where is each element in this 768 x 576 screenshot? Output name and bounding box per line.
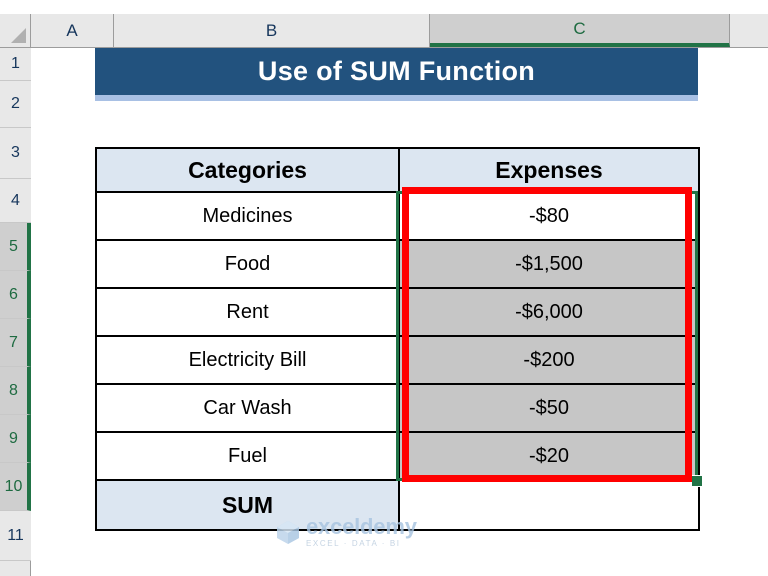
row-header-7[interactable]: 7: [0, 319, 31, 367]
row-header-10[interactable]: 10: [0, 463, 31, 511]
cell-expense-car-wash[interactable]: -$50: [398, 383, 700, 433]
title-underline: [95, 95, 698, 101]
cell-expense-fuel[interactable]: -$20: [398, 431, 700, 481]
table-row: Fuel -$20: [95, 431, 700, 481]
column-header-c[interactable]: C: [430, 14, 730, 47]
column-header-strip: A B C: [0, 14, 768, 48]
row-header-6[interactable]: 6: [0, 271, 31, 319]
row-header-2-label: 2: [11, 95, 20, 112]
row-header-strip: 1 2 3 4 5 6 7 8 9 10 11: [0, 48, 31, 576]
fill-handle[interactable]: [691, 475, 703, 487]
column-header-c-label: C: [573, 18, 586, 38]
row-header-1[interactable]: 1: [0, 48, 31, 81]
row-header-4[interactable]: 4: [0, 179, 31, 223]
cell-category-rent[interactable]: Rent: [95, 287, 400, 337]
table-row: Rent -$6,000: [95, 287, 700, 337]
row-header-3-label: 3: [11, 144, 20, 161]
cell-category-car-wash[interactable]: Car Wash: [95, 383, 400, 433]
row-header-2[interactable]: 2: [0, 81, 31, 128]
cell-category-food[interactable]: Food: [95, 239, 400, 289]
table-total-row: SUM: [95, 479, 700, 531]
spreadsheet-app: A B C 1 2 3 4 5 6 7 8 9 10 11 Use of SUM…: [0, 0, 768, 576]
column-header-categories: Categories: [95, 147, 400, 193]
table-row: Electricity Bill -$200: [95, 335, 700, 385]
sheet-title-banner: Use of SUM Function: [95, 48, 698, 95]
row-header-9-label: 9: [9, 429, 18, 447]
cell-category-electricity-bill[interactable]: Electricity Bill: [95, 335, 400, 385]
row-header-5[interactable]: 5: [0, 223, 31, 271]
row-header-7-label: 7: [9, 333, 18, 351]
table-row: Food -$1,500: [95, 239, 700, 289]
cell-expense-rent[interactable]: -$6,000: [398, 287, 700, 337]
cell-expense-electricity-bill[interactable]: -$200: [398, 335, 700, 385]
column-header-a[interactable]: A: [31, 14, 114, 47]
column-header-filler: [730, 14, 768, 47]
table-header-row: Categories Expenses: [95, 147, 700, 193]
column-header-b-label: B: [265, 20, 278, 40]
column-header-expenses: Expenses: [398, 147, 700, 193]
cell-expense-medicines[interactable]: -$80: [398, 191, 700, 241]
select-all-corner[interactable]: [0, 14, 31, 47]
table-row: Medicines -$80: [95, 191, 700, 241]
cell-label-sum[interactable]: SUM: [95, 479, 400, 531]
row-header-9[interactable]: 9: [0, 415, 31, 463]
row-header-6-label: 6: [9, 285, 18, 303]
row-header-11[interactable]: 11: [0, 511, 31, 561]
row-header-10-label: 10: [4, 477, 23, 495]
row-header-5-label: 5: [9, 237, 18, 255]
row-header-4-label: 4: [11, 191, 20, 209]
cell-value-sum[interactable]: [398, 479, 700, 531]
row-header-11-label: 11: [7, 526, 24, 544]
page-title: Use of SUM Function: [257, 56, 536, 86]
cell-category-medicines[interactable]: Medicines: [95, 191, 400, 241]
row-header-8-label: 8: [9, 381, 18, 399]
column-header-b[interactable]: B: [114, 14, 430, 47]
cell-expense-food[interactable]: -$1,500: [398, 239, 700, 289]
table-row: Car Wash -$50: [95, 383, 700, 433]
select-all-triangle-icon: [11, 28, 26, 43]
expenses-table: Categories Expenses Medicines -$80 Food …: [95, 147, 700, 531]
column-header-a-label: A: [66, 20, 78, 40]
row-header-8[interactable]: 8: [0, 367, 31, 415]
row-header-1-label: 1: [11, 55, 20, 72]
row-header-3[interactable]: 3: [0, 128, 31, 179]
cell-category-fuel[interactable]: Fuel: [95, 431, 400, 481]
